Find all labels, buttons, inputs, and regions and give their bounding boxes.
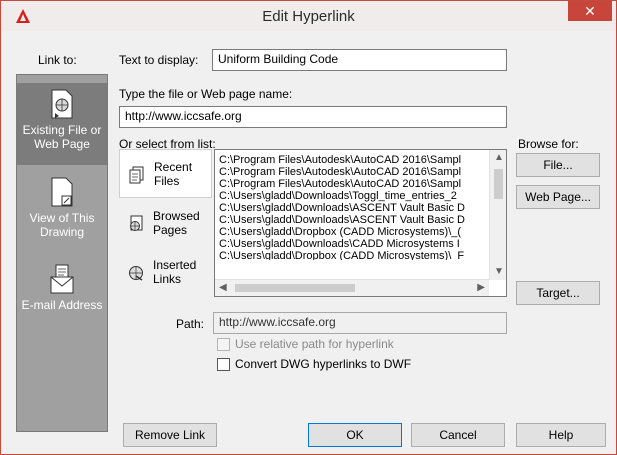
sidebar-item-email-address[interactable]: E-mail Address <box>17 260 107 320</box>
sidebar-item-label: Existing File or <box>22 123 102 137</box>
category-label: Browsed Pages <box>153 209 200 237</box>
relative-path-label: Use relative path for hyperlink <box>235 337 394 351</box>
vertical-scrollbar[interactable]: ▲ ▼ <box>489 150 506 280</box>
text-to-display-input[interactable]: Uniform Building Code <box>212 49 507 71</box>
category-inserted-links[interactable]: Inserted Links <box>119 248 212 297</box>
scroll-right-icon[interactable]: ▶ <box>477 282 485 294</box>
sidebar-item-view-of-drawing[interactable]: View of This Drawing <box>17 173 107 255</box>
list-item[interactable]: C:\Users\gladd\Downloads\CADD Microsyste… <box>219 238 486 250</box>
relative-path-checkbox[interactable] <box>217 338 230 351</box>
category-label: Recent Files <box>154 160 193 188</box>
sidebar-item-existing-file[interactable]: Existing File or Web Page <box>17 83 107 165</box>
sidebar-item-label: E-mail Address <box>21 298 103 312</box>
text-to-display-label: Text to display: <box>119 53 199 67</box>
scroll-left-icon[interactable]: ◀ <box>219 282 227 294</box>
scroll-thumb[interactable] <box>494 169 503 199</box>
inserted-links-icon <box>129 266 143 281</box>
globe-document-icon <box>51 89 73 119</box>
convert-dwg-label: Convert DWG hyperlinks to DWF <box>235 357 412 371</box>
browse-file-button[interactable]: File... <box>516 153 600 177</box>
ok-button[interactable]: OK <box>308 423 402 447</box>
browse-for-label: Browse for: <box>518 137 579 151</box>
drawing-view-icon <box>51 177 73 207</box>
browse-web-page-button[interactable]: Web Page... <box>516 185 600 209</box>
list-item[interactable]: C:\Users\gladd\Downloads\Toggl_time_entr… <box>219 190 486 202</box>
envelope-icon <box>50 264 74 294</box>
cancel-button[interactable]: Cancel <box>411 423 505 447</box>
sidebar-item-label: View of This <box>29 211 95 225</box>
dialog-title: Edit Hyperlink <box>262 8 355 25</box>
horizontal-scrollbar[interactable]: ◀ ▶ <box>215 279 489 296</box>
list-item[interactable]: C:\Program Files\Autodesk\AutoCAD 2016\S… <box>219 166 486 178</box>
file-or-web-label: Type the file or Web page name: <box>119 87 293 101</box>
sidebar-item-label: Web Page <box>34 137 90 151</box>
list-item[interactable]: C:\Users\gladd\Downloads\ASCENT Vault Ba… <box>219 214 486 226</box>
path-label: Path: <box>176 317 205 331</box>
scroll-thumb[interactable] <box>235 284 355 292</box>
list-category-panel: Recent Files Browsed Pages Inserted Link… <box>119 149 212 297</box>
category-label: Inserted Links <box>153 258 197 286</box>
recent-files-icon <box>129 166 144 184</box>
file-list[interactable]: C:\Program Files\Autodesk\AutoCAD 2016\S… <box>214 149 507 297</box>
category-recent-files[interactable]: Recent Files <box>119 149 212 198</box>
remove-link-button[interactable]: Remove Link <box>123 423 217 447</box>
target-button[interactable]: Target... <box>516 281 600 305</box>
edit-hyperlink-dialog: Edit Hyperlink ✕ Link to: Existing File … <box>0 0 617 455</box>
list-item[interactable]: C:\Users\gladd\Downloads\ASCENT Vault Ba… <box>219 202 486 214</box>
convert-dwg-checkbox[interactable] <box>217 358 230 371</box>
scroll-up-icon[interactable]: ▲ <box>494 152 504 164</box>
browsed-pages-icon <box>130 215 143 231</box>
list-item[interactable]: C:\Program Files\Autodesk\AutoCAD 2016\S… <box>219 178 486 190</box>
list-item[interactable]: C:\Users\gladd\Dropbox (CADD Microsystem… <box>219 250 486 260</box>
link-to-label: Link to: <box>38 53 77 67</box>
file-or-web-input[interactable]: http://www.iccsafe.org <box>119 106 507 128</box>
category-browsed-pages[interactable]: Browsed Pages <box>119 199 212 248</box>
list-item[interactable]: C:\Users\gladd\Dropbox (CADD Microsystem… <box>219 226 486 238</box>
close-button[interactable]: ✕ <box>568 1 612 21</box>
path-field: http://www.iccsafe.org <box>213 312 507 334</box>
title-bar[interactable]: Edit Hyperlink ✕ <box>1 1 616 31</box>
link-to-sidebar: Existing File or Web Page View of This D… <box>16 74 108 432</box>
scroll-down-icon[interactable]: ▼ <box>494 266 504 278</box>
sidebar-item-label: Drawing <box>39 225 84 239</box>
list-item[interactable]: C:\Program Files\Autodesk\AutoCAD 2016\S… <box>219 154 486 166</box>
help-button[interactable]: Help <box>516 423 606 447</box>
